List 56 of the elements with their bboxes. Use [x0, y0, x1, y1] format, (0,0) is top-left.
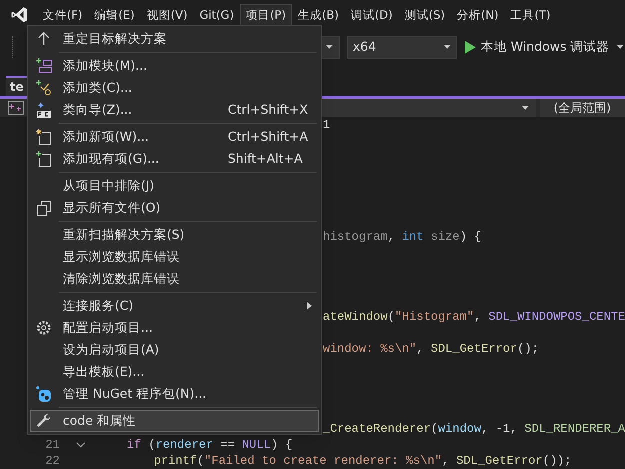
menu-item[interactable]: 从项目中排除(J)	[30, 175, 319, 197]
menubar-item[interactable]: 编辑(E)	[88, 4, 141, 26]
menu-item[interactable]: 配置启动项目...	[30, 317, 319, 339]
menu-item[interactable]: 连接服务(C)	[30, 295, 319, 317]
play-icon	[465, 40, 476, 54]
add-module-icon	[36, 58, 52, 74]
menu-item[interactable]: 导出模板(E)...	[30, 361, 319, 383]
app-logo-icon[interactable]	[11, 6, 29, 24]
menubar-item[interactable]: 分析(N)	[451, 4, 505, 26]
caret-icon	[326, 45, 333, 49]
class-wizard-icon	[36, 102, 52, 118]
gear-icon	[36, 320, 52, 336]
menubar-item[interactable]: 测试(S)	[398, 4, 452, 26]
menu-item[interactable]: 添加类(C)...	[30, 77, 319, 99]
menubar-item[interactable]: 项目(P)	[240, 4, 292, 26]
menu-item[interactable]: 重定目标解决方案	[30, 28, 319, 50]
add-item-icon[interactable]	[8, 101, 24, 115]
menu-item[interactable]: 设为启动项目(A)	[30, 339, 319, 361]
platform-dropdown[interactable]: x64	[347, 36, 457, 58]
code-line: printf("Failed to create renderer: %s\n", SDL_GetError());	[154, 453, 572, 469]
code-line: ateWindow("Histogram", SDL_WINDOWPOS_CENTE	[323, 309, 625, 325]
menu-item[interactable]: 添加模块(M)...	[30, 55, 319, 77]
run-button[interactable]: 本地 Windows 调试器	[465, 36, 624, 58]
menubar-item[interactable]: 调试(D)	[344, 4, 399, 26]
menubar-item[interactable]: Git(G)	[194, 4, 240, 26]
chevron-down-icon[interactable]	[76, 440, 86, 450]
line-number: 21	[44, 437, 60, 453]
menu-item[interactable]: 类向导(Z)... Ctrl+Shift+X	[30, 99, 319, 121]
menu-item[interactable]: 显示所有文件(O)	[30, 197, 319, 219]
line-number: 22	[44, 453, 60, 469]
menu-item[interactable]: 重新扫描解决方案(S)	[30, 224, 319, 246]
menu-item[interactable]: code 和属性	[30, 410, 319, 432]
wrench-icon	[36, 413, 52, 429]
add-class-icon	[36, 80, 52, 96]
code-line: 1	[323, 117, 330, 133]
caret-icon	[616, 45, 624, 49]
scope-dropdown[interactable]: (全局范围)	[540, 99, 625, 117]
menu-item[interactable]: 清除浏览数据库错误	[30, 268, 319, 290]
new-item-icon	[36, 129, 52, 145]
code-line: if (renderer == NULL) {	[127, 437, 293, 453]
menu-item[interactable]: 添加现有项(G)... Shift+Alt+A	[30, 148, 319, 170]
menu-item[interactable]: 显示浏览数据库错误	[30, 246, 319, 268]
menubar-item[interactable]: 视图(V)	[140, 4, 194, 26]
caret-icon	[444, 45, 451, 49]
arrow-up-icon	[36, 31, 52, 47]
code-line: histogram, int size) {	[323, 229, 482, 245]
files-icon	[36, 200, 52, 216]
menubar-item[interactable]: 生成(B)	[292, 4, 345, 26]
menubar-item[interactable]: 工具(T)	[504, 4, 557, 26]
code-line: window: %s\n", SDL_GetError();	[323, 341, 540, 357]
menu-item[interactable]: 添加新项(W)... Ctrl+Shift+A	[30, 126, 319, 148]
caret-icon	[522, 106, 529, 110]
menubar-item[interactable]: 文件(F)	[37, 4, 89, 26]
existing-item-icon	[36, 151, 52, 167]
package-icon	[36, 386, 52, 402]
menu-item[interactable]: 管理 NuGet 程序包(N)...	[30, 383, 319, 405]
